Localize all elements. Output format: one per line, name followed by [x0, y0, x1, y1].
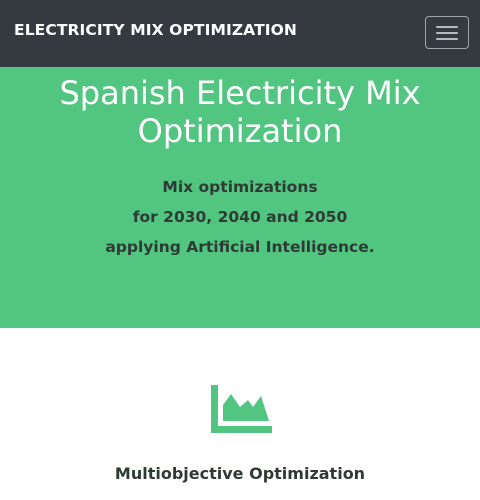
area-chart-icon	[211, 385, 272, 433]
hero-subtitle-line1: Mix optimizations	[162, 178, 318, 196]
hero-title-line1: Spanish Electricity Mix	[59, 74, 421, 112]
hero-subtitle-line2: for 2030, 2040 and 2050	[132, 208, 348, 226]
hero-section: Spanish Electricity Mix Optimization Mix…	[0, 67, 480, 328]
hero-title-line2: Optimization	[137, 112, 343, 150]
navbar-brand[interactable]: ELECTRICITY MIX OPTIMIZATION	[14, 21, 297, 39]
navbar-toggle-button[interactable]	[425, 16, 469, 49]
hero-title: Spanish Electricity Mix Optimization	[0, 74, 480, 150]
feature-title: Multiobjective Optimization	[114, 464, 366, 483]
hero-subtitle-line3: applying Artificial Intelligence.	[105, 238, 375, 256]
top-navbar: ELECTRICITY MIX OPTIMIZATION	[0, 0, 480, 67]
